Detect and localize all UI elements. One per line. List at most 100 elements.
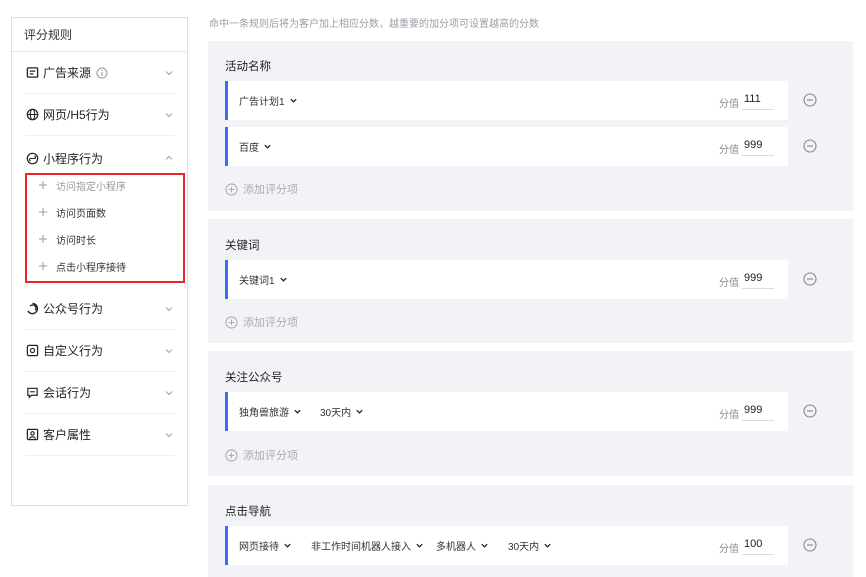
add-rule-button[interactable]: 添加评分项 [225, 447, 298, 463]
plus-icon [39, 208, 47, 216]
rule-section-follow-account: 关注公众号 独角兽旅游 30天内 分值 999 添加评分项 [208, 351, 853, 476]
sidebar-group-label: 自定义行为 [43, 344, 104, 358]
section-title: 点击导航 [225, 506, 271, 518]
rule-select[interactable]: 网页接待 [239, 526, 292, 565]
sidebar-sub-item[interactable]: 访问页面数 [38, 204, 106, 220]
rule-row: 百度 分值 999 [225, 127, 788, 166]
section-title: 关键词 [225, 240, 260, 252]
sidebar-group-label: 广告来源 [43, 66, 92, 80]
chevron-down-icon [165, 70, 173, 75]
sidebar-group-customer[interactable]: 客户属性 [25, 414, 175, 456]
chevron-down-icon [165, 306, 173, 311]
remove-icon[interactable] [803, 404, 817, 418]
rule-select[interactable]: 独角兽旅游 [239, 392, 302, 431]
select-value: 30天内 [320, 408, 352, 419]
sidebar-group-web-h5[interactable]: 网页/H5行为 [25, 94, 175, 136]
select-value: 非工作时间机器人接入 [311, 542, 411, 553]
rule-section-click-nav: 点击导航 网页接待 非工作时间机器人接入 多机器人 30天内 分值 100 [208, 485, 853, 577]
miniprogram-icon [25, 151, 39, 165]
caret-down-icon [264, 144, 271, 149]
remove-icon[interactable] [803, 272, 817, 286]
chevron-down-icon [165, 390, 173, 395]
sidebar-group-chat[interactable]: 会话行为 [25, 372, 175, 414]
caret-down-icon [416, 543, 423, 548]
sidebar-sub-item-label: 点击小程序接待 [56, 262, 126, 274]
rule-select[interactable]: 多机器人 [436, 526, 489, 565]
custom-icon [25, 344, 39, 358]
select-value: 广告计划1 [239, 97, 285, 108]
score-label: 分值 [719, 278, 739, 289]
sidebar-group-label: 会话行为 [43, 386, 92, 400]
sidebar-sub-item[interactable]: 点击小程序接待 [38, 258, 126, 274]
rule-row: 关键词1 分值 999 [225, 260, 788, 299]
rule-select[interactable]: 百度 [239, 127, 272, 166]
sidebar-group-label: 公众号行为 [43, 302, 104, 316]
score-label: 分值 [719, 544, 739, 555]
rule-row: 网页接待 非工作时间机器人接入 多机器人 30天内 分值 100 [225, 526, 788, 565]
rule-section-activity: 活动名称 广告计划1 分值 111 百度 分值 999 添加评分项 [208, 41, 853, 211]
add-rule-button[interactable]: 添加评分项 [225, 181, 298, 197]
caret-down-icon [294, 409, 301, 414]
add-circle-icon [225, 315, 238, 329]
select-value: 百度 [239, 143, 259, 154]
add-rule-label: 添加评分项 [243, 317, 298, 329]
hint-text: 命中一条规则后将为客户加上相应分数，越重要的加分项可设置越高的分数 [209, 19, 539, 30]
caret-down-icon [279, 277, 287, 282]
score-input[interactable]: 999 [742, 137, 774, 156]
rule-select[interactable]: 广告计划1 [239, 81, 298, 120]
globe-icon [25, 108, 39, 122]
section-title: 关注公众号 [225, 372, 283, 384]
sidebar-sub-item-label: 访问时长 [56, 235, 96, 247]
score-input[interactable]: 111 [742, 91, 774, 110]
add-rule-label: 添加评分项 [243, 450, 298, 462]
sidebar-group-label: 网页/H5行为 [43, 108, 110, 122]
caret-down-icon [356, 409, 363, 414]
sidebar-sub-item-label: 访问页面数 [56, 208, 106, 220]
sidebar-group-custom[interactable]: 自定义行为 [25, 330, 175, 372]
sidebar-sub-item[interactable]: 访问时长 [38, 231, 96, 247]
score-label: 分值 [719, 99, 739, 110]
plus-icon [39, 235, 47, 243]
scoring-rules-sidebar: 评分规则 广告来源 网页/H5行为 小程序行为 访问指定小程序 访问页面数 访问… [11, 17, 188, 506]
rule-select[interactable]: 关键词1 [239, 260, 288, 299]
sidebar-sub-item[interactable]: 访问指定小程序 [38, 177, 126, 193]
rule-row: 独角兽旅游 30天内 分值 999 [225, 392, 788, 431]
add-rule-label: 添加评分项 [243, 184, 298, 196]
official-account-icon [25, 302, 39, 316]
score-label: 分值 [719, 410, 739, 421]
rule-select[interactable]: 30天内 [320, 392, 364, 431]
chevron-down-icon [165, 432, 173, 437]
sidebar-group-label: 小程序行为 [43, 151, 104, 166]
score-label: 分值 [719, 145, 739, 156]
caret-down-icon [284, 543, 291, 548]
select-value: 30天内 [508, 542, 540, 553]
remove-icon[interactable] [803, 93, 817, 107]
add-circle-icon [225, 448, 238, 462]
caret-down-icon [481, 543, 488, 548]
add-rule-button[interactable]: 添加评分项 [225, 314, 298, 330]
sidebar-group-ad-source[interactable]: 广告来源 [25, 52, 175, 94]
plus-icon [39, 262, 47, 270]
caret-down-icon [289, 98, 297, 103]
sidebar-sub-item-label: 访问指定小程序 [56, 181, 126, 193]
sidebar-group-label: 客户属性 [43, 428, 92, 442]
remove-icon[interactable] [803, 139, 817, 153]
chevron-down-icon [165, 348, 173, 353]
rule-select[interactable]: 非工作时间机器人接入 [311, 526, 424, 565]
chat-icon [25, 386, 39, 400]
score-input[interactable]: 999 [742, 402, 774, 421]
select-value: 多机器人 [436, 542, 476, 553]
score-input[interactable]: 999 [742, 270, 774, 289]
ad-icon [25, 66, 39, 80]
score-input[interactable]: 100 [742, 536, 774, 555]
caret-down-icon [544, 543, 551, 548]
info-icon[interactable] [96, 67, 108, 79]
rule-row: 广告计划1 分值 111 [225, 81, 788, 120]
chevron-up-icon [165, 155, 173, 160]
rule-select[interactable]: 30天内 [508, 526, 552, 565]
plus-icon [39, 181, 47, 189]
section-title: 活动名称 [225, 61, 271, 73]
sidebar-group-official-account[interactable]: 公众号行为 [25, 288, 175, 330]
remove-icon[interactable] [803, 538, 817, 552]
select-value: 网页接待 [239, 542, 279, 553]
